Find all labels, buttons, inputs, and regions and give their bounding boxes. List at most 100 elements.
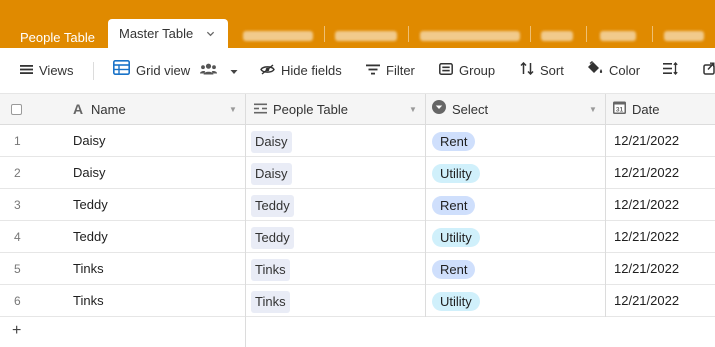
row-height-icon xyxy=(663,48,678,94)
column-header-people-table[interactable]: People Table xyxy=(254,94,348,125)
grid-view-label: Grid view xyxy=(136,63,191,78)
color-label: Color xyxy=(609,63,641,78)
tab-divider xyxy=(586,26,587,42)
linked-record-chip[interactable]: Tinks xyxy=(251,291,290,313)
calendar-icon: 31 xyxy=(613,94,626,125)
select-pill[interactable]: Utility xyxy=(432,292,480,311)
date-cell[interactable]: 12/21/2022 xyxy=(614,189,679,221)
eye-slash-icon xyxy=(260,48,275,94)
tab-divider xyxy=(324,26,325,42)
app-header-bar xyxy=(0,0,715,15)
tab-master-label: Master Table xyxy=(119,26,194,41)
tab-blurred[interactable] xyxy=(600,31,636,41)
column-divider xyxy=(245,94,246,347)
tab-blurred[interactable] xyxy=(541,31,573,41)
caret-down-icon[interactable]: ▼ xyxy=(409,94,417,125)
column-select-label: Select xyxy=(452,102,489,117)
group-button[interactable]: Group xyxy=(439,48,495,94)
group-label: Group xyxy=(459,63,496,78)
row-number: 5 xyxy=(14,262,21,276)
filter-label: Filter xyxy=(386,63,415,78)
toolbar-divider xyxy=(93,62,94,80)
tab-blurred[interactable] xyxy=(335,31,397,41)
name-cell[interactable]: Teddy xyxy=(73,221,108,253)
tab-blurred[interactable] xyxy=(664,31,704,41)
column-header-date[interactable]: 31 Date xyxy=(613,94,659,125)
table-tabs: People Table Master Table xyxy=(0,15,715,48)
table-row[interactable]: 3 Teddy Teddy Rent 12/21/2022 xyxy=(0,189,715,221)
name-cell[interactable]: Daisy xyxy=(73,125,106,157)
chevron-down-icon[interactable] xyxy=(206,19,215,48)
users-icon xyxy=(199,48,217,94)
share-button[interactable] xyxy=(703,48,715,94)
select-pill[interactable]: Rent xyxy=(432,132,476,151)
date-cell[interactable]: 12/21/2022 xyxy=(614,253,679,285)
table-row[interactable]: 2 Daisy Daisy Utility 12/21/2022 xyxy=(0,157,715,189)
select-pill[interactable]: Utility xyxy=(432,228,480,247)
tab-divider xyxy=(652,26,653,42)
name-cell[interactable]: Tinks xyxy=(73,285,104,317)
svg-text:31: 31 xyxy=(616,107,624,114)
grid-view-button[interactable]: Grid view xyxy=(113,48,244,94)
filter-button[interactable]: Filter xyxy=(366,48,415,94)
add-row-button[interactable]: + xyxy=(12,323,21,339)
row-number: 2 xyxy=(14,166,21,180)
row-number: 4 xyxy=(14,230,21,244)
row-height-button[interactable] xyxy=(663,48,684,94)
table-row[interactable]: 6 Tinks Tinks Utility 12/21/2022 xyxy=(0,285,715,317)
data-grid: A Name ▼ People Table ▼ Select ▼ 31 Date … xyxy=(0,94,715,347)
row-number: 1 xyxy=(14,134,21,148)
sort-button[interactable]: Sort xyxy=(520,48,564,94)
share-icon xyxy=(703,48,715,94)
sort-label: Sort xyxy=(540,63,564,78)
group-icon xyxy=(439,48,453,94)
caret-down-icon[interactable] xyxy=(230,48,238,94)
tab-divider xyxy=(408,26,409,42)
sort-icon xyxy=(520,48,534,94)
linked-record-chip[interactable]: Daisy xyxy=(251,131,292,153)
views-label: Views xyxy=(39,63,74,78)
select-pill[interactable]: Rent xyxy=(432,260,476,279)
linked-record-chip[interactable]: Teddy xyxy=(251,227,294,249)
name-cell[interactable]: Daisy xyxy=(73,157,106,189)
table-row[interactable]: 4 Teddy Teddy Utility 12/21/2022 xyxy=(0,221,715,253)
name-cell[interactable]: Teddy xyxy=(73,189,108,221)
column-header-select[interactable]: Select xyxy=(432,94,488,125)
name-cell[interactable]: Tinks xyxy=(73,253,104,285)
views-button[interactable]: Views xyxy=(20,48,73,94)
column-header-name[interactable]: A Name xyxy=(73,94,126,125)
column-divider xyxy=(605,94,606,317)
filter-icon xyxy=(366,48,380,94)
paint-bucket-icon xyxy=(587,48,603,94)
caret-down-icon[interactable]: ▼ xyxy=(589,94,597,125)
view-toolbar: Views Grid view Hide fields Filter Group… xyxy=(0,48,715,94)
column-date-label: Date xyxy=(632,102,660,117)
column-people-table-label: People Table xyxy=(273,102,348,117)
linked-record-chip[interactable]: Tinks xyxy=(251,259,290,281)
menu-icon xyxy=(20,48,33,94)
date-cell[interactable]: 12/21/2022 xyxy=(614,125,679,157)
tab-master-table[interactable]: Master Table xyxy=(108,19,228,48)
tab-divider xyxy=(530,26,531,42)
table-row[interactable]: 1 Daisy Daisy Rent 12/21/2022 xyxy=(0,125,715,157)
select-all-checkbox[interactable] xyxy=(11,104,22,115)
date-cell[interactable]: 12/21/2022 xyxy=(614,221,679,253)
linked-record-chip[interactable]: Teddy xyxy=(251,195,294,217)
table-row[interactable]: 5 Tinks Tinks Rent 12/21/2022 xyxy=(0,253,715,285)
text-field-icon: A xyxy=(73,101,84,117)
tab-blurred[interactable] xyxy=(420,31,520,41)
column-name-label: Name xyxy=(91,102,126,117)
date-cell[interactable]: 12/21/2022 xyxy=(614,285,679,317)
linked-record-icon xyxy=(254,94,267,125)
tab-blurred[interactable] xyxy=(243,31,313,41)
hide-fields-button[interactable]: Hide fields xyxy=(260,48,342,94)
color-button[interactable]: Color xyxy=(587,48,640,94)
single-select-icon xyxy=(432,94,446,125)
linked-record-chip[interactable]: Daisy xyxy=(251,163,292,185)
caret-down-icon[interactable]: ▼ xyxy=(229,94,237,125)
select-pill[interactable]: Rent xyxy=(432,196,476,215)
row-number: 6 xyxy=(14,294,21,308)
select-pill[interactable]: Utility xyxy=(432,164,480,183)
column-divider xyxy=(425,94,426,317)
date-cell[interactable]: 12/21/2022 xyxy=(614,157,679,189)
